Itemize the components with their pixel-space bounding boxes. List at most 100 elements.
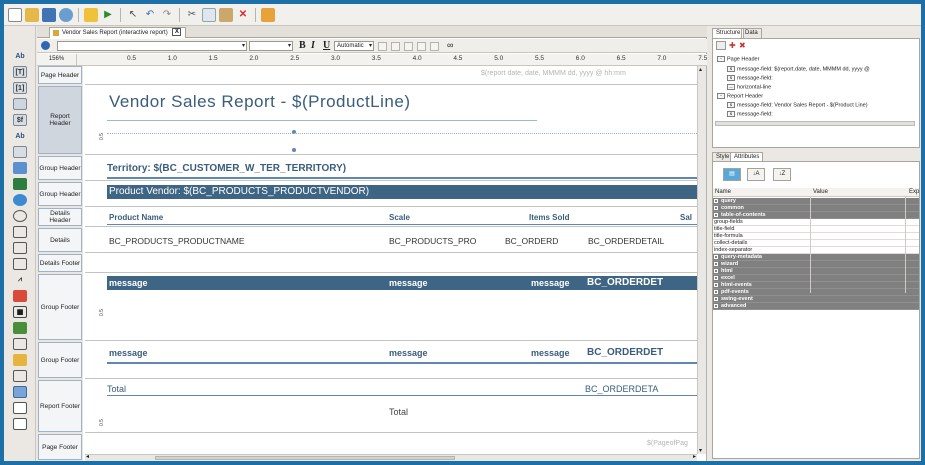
preview-icon[interactable] — [84, 7, 98, 22]
label-element-icon[interactable]: Ab — [13, 50, 27, 62]
property-group-row[interactable]: swing-event — [713, 296, 919, 303]
scroll-down-icon[interactable]: ▾ — [699, 447, 702, 454]
band-label-group-header-2[interactable]: Group Header — [38, 182, 82, 206]
categorized-view-button[interactable]: ▤ — [723, 168, 741, 181]
cut-icon[interactable]: ✂ — [185, 8, 199, 22]
band-label-report-header[interactable]: Report Header — [38, 86, 82, 154]
barcode-element-icon[interactable]: ▦ — [13, 306, 27, 318]
column-header-product-name[interactable]: Product Name — [109, 213, 163, 222]
tree-node-message-field-date[interactable]: $ message-field: $(report.date, date, MMM… — [727, 66, 870, 72]
new-icon[interactable] — [8, 7, 22, 22]
pointer-icon[interactable]: ↖ — [126, 8, 140, 22]
detail-scale[interactable]: BC_PRODUCTS_PRO — [389, 236, 476, 246]
chart-alt-element-icon[interactable] — [13, 290, 27, 302]
paste-icon[interactable] — [219, 7, 233, 22]
report-canvas[interactable]: $(report date, date, MMMM dd, yyyy @ hh:… — [85, 66, 697, 454]
tree-node-message-field-2[interactable]: $ message-field: — [727, 111, 773, 117]
canvas-vertical-scrollbar[interactable]: ▴ ▾ — [697, 66, 706, 454]
band-label-group-footer-1[interactable]: Group Footer — [38, 274, 82, 340]
report-footer-total-label[interactable]: Total — [107, 384, 126, 394]
tree-node-horizontal-line[interactable]: — horizontal-line — [727, 84, 771, 90]
property-group-row[interactable]: pdf-events — [713, 289, 919, 296]
band-element-icon[interactable] — [13, 370, 27, 382]
expand-icon[interactable] — [714, 289, 718, 294]
tree-node-report-header[interactable]: − Report Header — [717, 93, 763, 99]
page-element-icon[interactable] — [13, 402, 27, 414]
detail-sales[interactable]: BC_ORDERDETAIL — [588, 236, 664, 246]
image-field-element-icon[interactable] — [13, 178, 27, 190]
delete-icon[interactable]: ✕ — [236, 8, 250, 22]
scroll-up-icon[interactable]: ▴ — [699, 66, 702, 73]
page-footer-field[interactable]: $(PageofPag — [647, 440, 688, 447]
group-footer-1-message-1[interactable]: message — [109, 278, 148, 288]
report-footer-total-label-2[interactable]: Total — [389, 407, 408, 417]
property-row[interactable]: title-formula — [713, 233, 919, 240]
survey-scale-element-icon[interactable]: ⩘ — [13, 274, 27, 286]
group-footer-1-message-3[interactable]: message — [531, 278, 570, 288]
resource-label-element-icon[interactable]: Ab — [13, 130, 27, 142]
band-label-details[interactable]: Details — [38, 228, 82, 252]
expand-icon[interactable] — [714, 303, 718, 308]
ellipse-element-icon[interactable] — [13, 210, 27, 222]
align-center-button[interactable] — [391, 42, 400, 51]
align-right-button[interactable] — [404, 42, 413, 51]
canvas-horizontal-scrollbar[interactable]: ◂ ▸ — [85, 454, 697, 461]
property-row[interactable]: index-separator — [713, 247, 919, 254]
expand-icon[interactable] — [714, 198, 718, 203]
text-color-select[interactable]: Automatic ▾ — [334, 41, 374, 51]
text-field-element-icon[interactable]: [T] — [13, 66, 27, 78]
band-label-details-header[interactable]: Details Header — [38, 208, 82, 226]
copy-icon[interactable] — [202, 7, 216, 22]
property-row[interactable]: collect-details — [713, 240, 919, 247]
group-footer-2-message-1[interactable]: message — [109, 348, 148, 358]
band-label-group-footer-2[interactable]: Group Footer — [38, 342, 82, 378]
column-header-scale[interactable]: Scale — [389, 213, 410, 222]
group-footer-2-message-3[interactable]: message — [531, 348, 570, 358]
tree-node-page-header[interactable]: − Page Header — [717, 56, 759, 62]
report-footer-total-value[interactable]: BC_ORDERDETA — [585, 384, 658, 394]
open-icon[interactable] — [25, 7, 39, 22]
horizontal-line-element-icon[interactable] — [13, 242, 27, 254]
band-label-group-header-1[interactable]: Group Header — [38, 156, 82, 180]
details-header-line[interactable] — [107, 224, 697, 225]
font-size-select[interactable]: ▾ — [249, 41, 293, 51]
page-alt-element-icon[interactable] — [13, 418, 27, 430]
page-header-band[interactable]: $(report date, date, MMMM dd, yyyy @ hh:… — [85, 66, 697, 85]
expand-icon[interactable] — [714, 212, 718, 217]
property-group-row[interactable]: query — [713, 198, 919, 205]
align-left-button[interactable] — [378, 42, 387, 51]
property-group-row[interactable]: common — [713, 205, 919, 212]
undo-icon[interactable]: ↶ — [143, 8, 157, 22]
date-field-element-icon[interactable] — [13, 98, 27, 110]
message-field-element-icon[interactable]: $f — [13, 114, 27, 126]
sort-ascending-button[interactable]: ↓A — [747, 168, 765, 181]
selection-handle[interactable] — [292, 148, 296, 152]
vertical-line-element-icon[interactable] — [13, 258, 27, 270]
report-header-line[interactable] — [107, 120, 537, 121]
image-element-icon[interactable] — [13, 162, 27, 174]
column-header-items-sold[interactable]: Items Sold — [529, 213, 569, 222]
tree-node-message-field[interactable]: $ message-field: — [727, 75, 773, 81]
underline-button[interactable]: U — [323, 40, 330, 52]
index-element-icon[interactable] — [13, 354, 27, 366]
run-icon[interactable]: ▶ — [101, 8, 115, 22]
align-justify-button[interactable] — [417, 42, 426, 51]
group-footer-1-message-2[interactable]: message — [389, 278, 428, 288]
band-label-page-footer[interactable]: Page Footer — [38, 434, 82, 460]
sparkline-element-icon[interactable] — [13, 322, 27, 334]
report-title[interactable]: Vendor Sales Report - $(ProductLine) — [109, 92, 411, 112]
product-vendor-field[interactable]: Product Vendor: $(BC_PRODUCTS_PRODUCTVEN… — [109, 186, 369, 197]
format-paint-icon[interactable] — [41, 41, 50, 50]
document-tab[interactable]: Vendor Sales Report (interactive report)… — [49, 27, 187, 38]
table-of-contents-element-icon[interactable] — [13, 338, 27, 350]
property-group-row[interactable]: wizard — [713, 261, 919, 268]
expand-icon[interactable] — [714, 268, 718, 273]
horizontal-scroll-thumb[interactable] — [155, 456, 455, 460]
property-group-row[interactable]: html — [713, 268, 919, 275]
group-footer-1-total[interactable]: BC_ORDERDET — [587, 277, 663, 288]
redo-icon[interactable]: ↷ — [160, 8, 174, 22]
detail-items-sold[interactable]: BC_ORDERD — [505, 236, 558, 246]
expand-icon[interactable] — [714, 282, 718, 287]
property-row[interactable]: title-field — [713, 226, 919, 233]
details-header-band[interactable]: Product Name Scale Items Sold Sal — [85, 208, 697, 227]
